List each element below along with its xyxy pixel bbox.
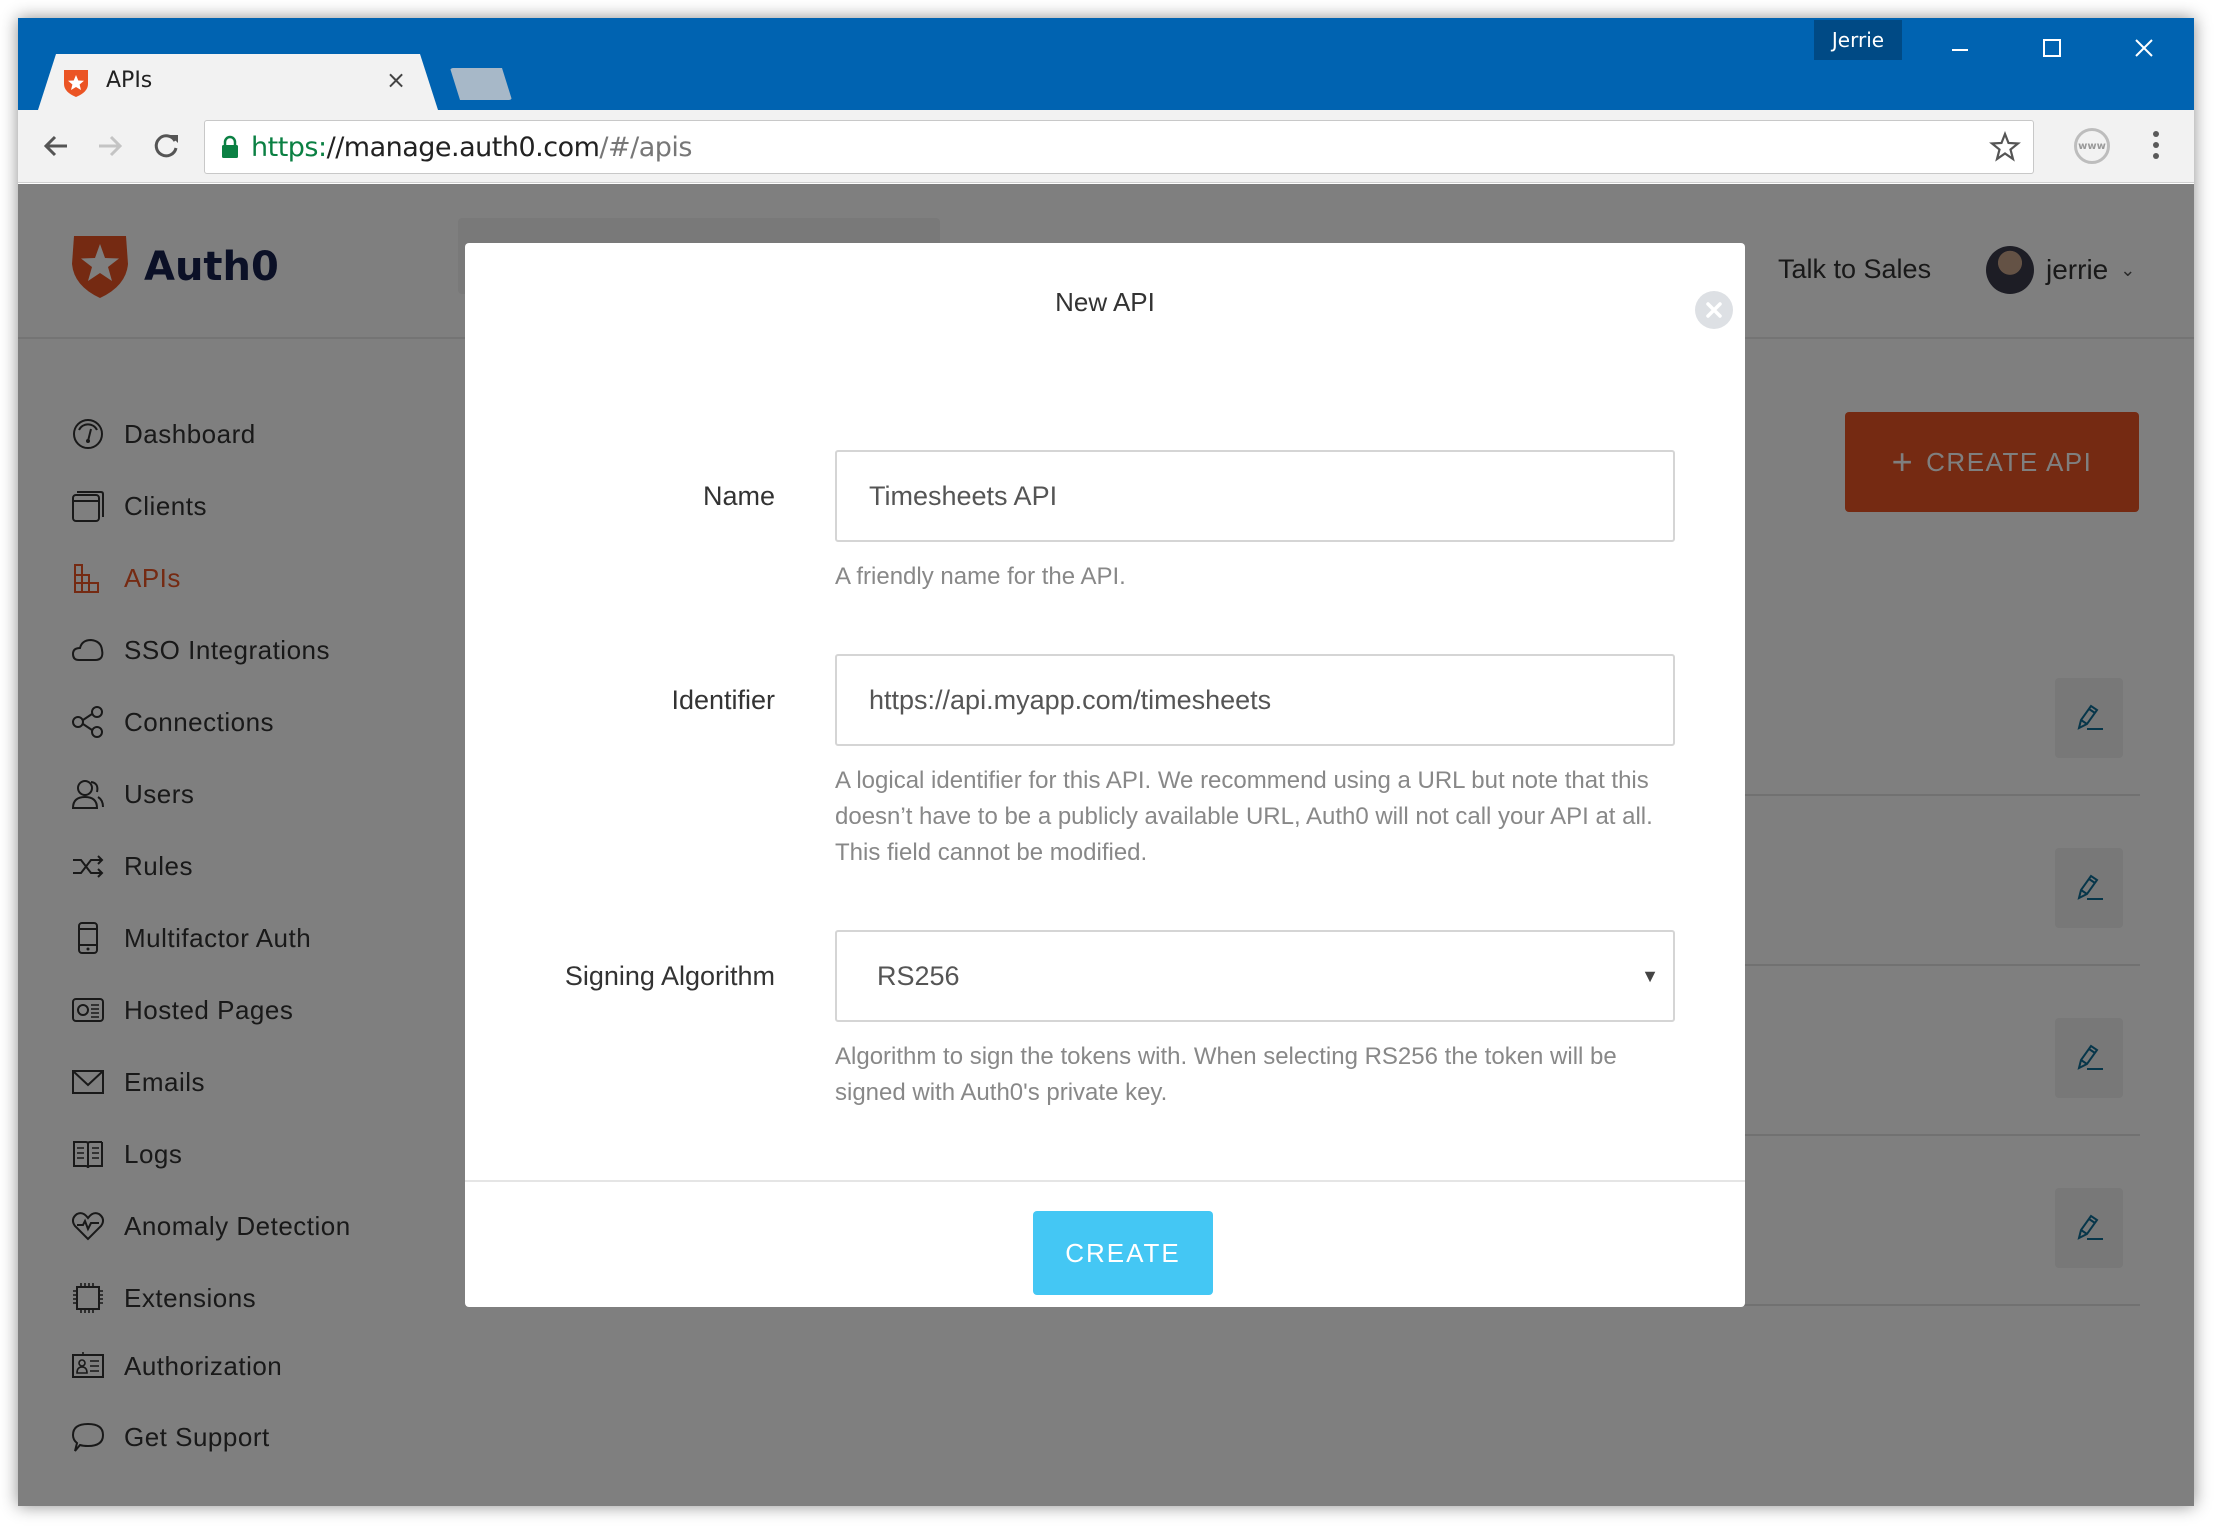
name-field[interactable]: Timesheets API <box>835 450 1675 542</box>
browser-window: APIs × Jerrie https://manage.auth0.com/#… <box>18 18 2194 1506</box>
window-close-button[interactable] <box>2114 28 2174 68</box>
browser-tab-active[interactable] <box>38 54 438 110</box>
address-bar[interactable]: https://manage.auth0.com/#/apis <box>204 120 2034 174</box>
browser-profile-chip[interactable]: Jerrie <box>1814 20 1902 60</box>
signing-algorithm-value: RS256 <box>877 960 960 991</box>
bookmark-star-icon[interactable] <box>1989 131 2021 163</box>
url-scheme: https: <box>251 132 327 163</box>
maximize-icon <box>2043 39 2061 57</box>
tab-title: APIs <box>106 68 153 93</box>
tab-close-icon[interactable]: × <box>386 66 406 94</box>
window-close-icon <box>2135 39 2153 57</box>
minimize-icon <box>1952 49 1968 51</box>
reload-button[interactable] <box>146 126 186 166</box>
browser-menu-icon[interactable] <box>2148 128 2164 164</box>
create-button[interactable]: CREATE <box>1033 1211 1213 1295</box>
name-label: Name <box>702 481 775 511</box>
signing-algorithm-select[interactable]: RS256 ▼ <box>835 930 1675 1022</box>
signing-algorithm-label: Signing Algorithm <box>564 961 775 991</box>
signing-algorithm-help-text: Algorithm to sign the tokens with. When … <box>835 1043 1617 1106</box>
close-icon <box>1706 302 1722 318</box>
forward-arrow-icon <box>99 135 123 157</box>
dropdown-arrow-icon: ▼ <box>1641 966 1659 986</box>
new-api-dialog: New API Name Timesheets API A friendly n… <box>465 243 1745 1307</box>
dialog-footer-divider <box>465 1180 1745 1182</box>
url-path: /#/apis <box>599 132 692 163</box>
identifier-field[interactable]: https://api.myapp.com/timesheets <box>835 654 1675 746</box>
url-text: https://manage.auth0.com/#/apis <box>251 132 692 163</box>
identifier-label: Identifier <box>671 685 775 715</box>
url-host: //manage.auth0.com <box>326 132 600 163</box>
auth0-favicon-icon <box>64 70 88 97</box>
identifier-help-text: A logical identifier for this API. We re… <box>835 767 1653 866</box>
minimize-button[interactable] <box>1930 28 1990 68</box>
secure-lock-icon <box>222 135 238 158</box>
maximize-button[interactable] <box>2022 28 2082 68</box>
www-extension-icon[interactable]: www <box>2074 128 2110 164</box>
back-button[interactable] <box>36 126 76 166</box>
new-tab-button[interactable] <box>450 68 512 100</box>
browser-toolbar: https://manage.auth0.com/#/apis www <box>18 110 2194 183</box>
dialog-close-button[interactable] <box>1695 291 1733 329</box>
reload-icon <box>154 134 178 158</box>
browser-titlebar: APIs × Jerrie <box>18 18 2194 110</box>
name-help-text: A friendly name for the API. <box>835 563 1126 590</box>
back-arrow-icon <box>43 135 67 157</box>
forward-button[interactable] <box>90 126 130 166</box>
dialog-title: New API <box>1055 287 1155 317</box>
